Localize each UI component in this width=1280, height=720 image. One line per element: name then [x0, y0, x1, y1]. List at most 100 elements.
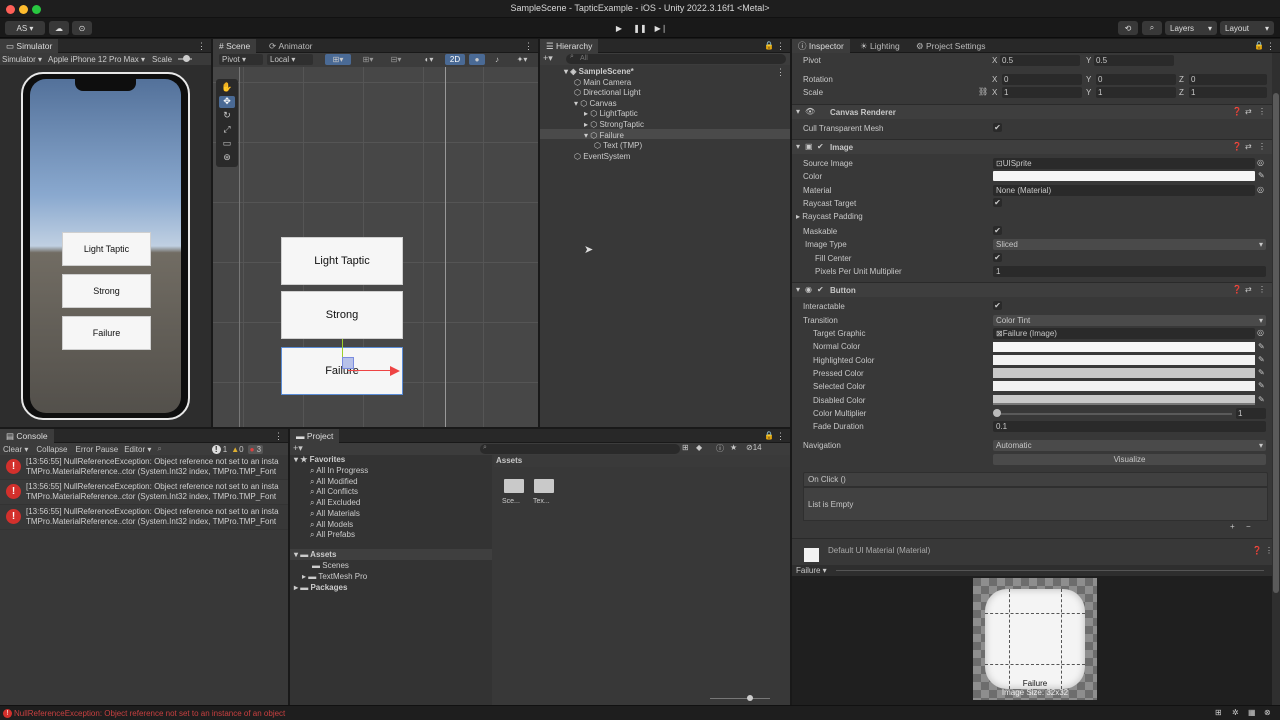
eyedropper-icon[interactable]: ✎ — [1258, 368, 1265, 377]
foldout-arrow-icon[interactable]: ▾ — [796, 107, 800, 116]
local-dropdown[interactable]: Local ▾ — [267, 54, 313, 65]
search-icon[interactable]: ⌕ — [157, 444, 161, 454]
hierarchy-item[interactable]: ▾ ⬡ Failure — [584, 131, 624, 140]
panel-menu-icon[interactable]: ⋮ — [1266, 41, 1275, 52]
navigation-dropdown[interactable]: Automatic ▾ — [993, 440, 1266, 451]
search-by-label-icon[interactable]: ◆ — [696, 443, 702, 452]
preset-icon[interactable]: ⇄ — [1245, 142, 1252, 151]
packages-foldout[interactable]: ▸ ▬ Packages — [294, 583, 347, 592]
panel-menu-icon[interactable]: ⋮ — [776, 41, 785, 52]
component-menu-icon[interactable]: ⋮ — [1258, 285, 1266, 294]
scale-z-field[interactable]: 1 — [1189, 87, 1267, 98]
scene-strong-button[interactable]: Strong — [281, 291, 403, 339]
help-icon[interactable]: ❓ — [1232, 107, 1242, 116]
pivot-x-field[interactable]: 0.5 — [1000, 55, 1080, 66]
draw-mode-icon[interactable]: ◐▾ — [419, 54, 439, 65]
component-menu-icon[interactable]: ⋮ — [1265, 546, 1273, 555]
tab-lighting[interactable]: ☀ Lighting — [854, 39, 906, 53]
log-entry[interactable]: ! [13:56:55] NullReferenceException: Obje… — [0, 455, 288, 480]
eyedropper-icon[interactable]: ✎ — [1258, 395, 1265, 404]
scene-light-taptic-button[interactable]: Light Taptic — [281, 237, 403, 285]
panel-menu-icon[interactable]: ⋮ — [197, 41, 206, 52]
component-menu-icon[interactable]: ⋮ — [1258, 142, 1266, 151]
preset-icon[interactable]: ⇄ — [1245, 285, 1252, 294]
info-count-toggle[interactable]: ! 1 — [211, 444, 227, 454]
scene-menu-icon[interactable]: ⋮ — [776, 67, 785, 78]
play-button[interactable]: ▶ — [610, 21, 628, 35]
panel-menu-icon[interactable]: ⋮ — [274, 431, 283, 442]
panel-menu-icon[interactable]: ⋮ — [524, 41, 533, 52]
pivot-dropdown[interactable]: Pivot ▾ — [219, 54, 263, 65]
favorite-item[interactable]: ⌕ All Conflicts — [310, 487, 358, 497]
grid-snap-icon[interactable]: ⊞▾ — [325, 54, 351, 65]
rotation-y-field[interactable]: 0 — [1096, 74, 1176, 85]
favorite-item[interactable]: ⌕ All Modified — [310, 477, 358, 487]
eyedropper-icon[interactable]: ✎ — [1258, 171, 1265, 180]
help-icon[interactable]: ❓ — [1232, 285, 1242, 294]
scale-x-field[interactable]: 1 — [1002, 87, 1082, 98]
editor-dropdown[interactable]: Editor ▾ — [124, 445, 151, 454]
transition-dropdown[interactable]: Color Tint ▾ — [993, 315, 1266, 326]
button-enabled-checkbox[interactable]: ✔ — [817, 285, 824, 294]
eyedropper-icon[interactable]: ✎ — [1258, 342, 1265, 351]
simulator-mode-dropdown[interactable]: Simulator ▾ — [2, 55, 42, 64]
collab-icon[interactable]: ⊙ — [72, 21, 92, 35]
normal-color-swatch[interactable] — [993, 342, 1255, 352]
status-message[interactable]: NullReferenceException: Object reference… — [14, 709, 285, 718]
image-type-dropdown[interactable]: Sliced ▾ — [993, 239, 1266, 250]
eyedropper-icon[interactable]: ✎ — [1258, 381, 1265, 390]
selected-color-swatch[interactable] — [993, 381, 1255, 391]
move-gizmo-arrow-icon[interactable] — [390, 366, 400, 376]
tab-animator[interactable]: ⟳ Animator — [263, 39, 319, 53]
account-dropdown[interactable]: AS ▾ — [5, 21, 45, 35]
effects-icon[interactable]: ✦▾ — [509, 54, 535, 65]
favorite-item[interactable]: ⌕ All Excluded — [310, 498, 360, 508]
search-icon[interactable]: ⌕ — [1142, 21, 1162, 35]
tab-project[interactable]: ▬ Project — [290, 429, 340, 443]
log-entry[interactable]: ! [13:56:55] NullReferenceException: Obje… — [0, 480, 288, 505]
create-asset-button[interactable]: +▾ — [293, 443, 303, 454]
tab-hierarchy[interactable]: ☰ Hierarchy — [540, 39, 599, 53]
light-taptic-button[interactable]: Light Taptic — [62, 232, 151, 266]
raycast-padding-foldout[interactable]: ▸ Raycast Padding — [796, 212, 863, 221]
cull-transparent-mesh-checkbox[interactable]: ✔ — [993, 123, 1002, 132]
log-icon[interactable]: ⓘ — [716, 443, 724, 454]
scenes-folder[interactable]: ▬ Scenes — [312, 561, 349, 570]
scale-tool-icon[interactable]: ⤢ — [219, 124, 235, 136]
target-graphic-field[interactable]: ⊠Failure (Image) — [993, 328, 1255, 339]
rotate-tool-icon[interactable]: ↻ — [219, 110, 235, 122]
eyedropper-icon[interactable]: ✎ — [1258, 355, 1265, 364]
disabled-color-swatch[interactable] — [993, 395, 1255, 405]
help-icon[interactable]: ❓ — [1252, 546, 1262, 555]
move-gizmo-plane[interactable] — [342, 357, 354, 369]
hierarchy-item[interactable]: ⬡ Directional Light — [574, 88, 641, 97]
notification-icon[interactable]: ⊗ — [1264, 708, 1271, 717]
panel-menu-icon[interactable]: ⋮ — [776, 431, 785, 442]
progress-icon[interactable]: ⊞ — [1215, 708, 1222, 717]
fade-duration-field[interactable]: 0.1 — [993, 421, 1266, 432]
favorites-foldout[interactable]: ▾ ★ Favorites — [294, 455, 345, 464]
object-picker-icon[interactable]: ◎ — [1257, 328, 1264, 337]
strong-button[interactable]: Strong — [62, 274, 151, 308]
highlighted-color-swatch[interactable] — [993, 355, 1255, 365]
source-image-field[interactable]: ⊡UISprite — [993, 158, 1255, 169]
cloud-icon[interactable]: ☁ — [49, 21, 69, 35]
color-multiplier-field[interactable]: 1 — [1236, 408, 1266, 419]
interactable-checkbox[interactable]: ✔ — [993, 301, 1002, 310]
ppu-multiplier-field[interactable]: 1 — [993, 266, 1266, 277]
game-view[interactable]: Light Taptic Strong Failure — [30, 79, 181, 413]
color-swatch[interactable] — [993, 171, 1255, 181]
help-icon[interactable]: ❓ — [1232, 142, 1242, 151]
link-icon[interactable]: ⛓ — [978, 87, 988, 96]
canvas-renderer-header[interactable]: ▾ 👁 Canvas Renderer ❓ ⇄ ⋮ — [792, 104, 1272, 119]
hierarchy-item[interactable]: ⬡ Main Camera — [574, 78, 631, 87]
hand-tool-icon[interactable]: ✋ — [219, 82, 235, 94]
log-entry[interactable]: ! [13:56:55] NullReferenceException: Obje… — [0, 505, 288, 530]
zoom-slider-thumb[interactable] — [747, 695, 753, 701]
component-menu-icon[interactable]: ⋮ — [1258, 107, 1266, 116]
layout-dropdown[interactable]: Layout ▾ — [1220, 21, 1274, 35]
scale-slider[interactable] — [178, 55, 193, 62]
rect-tool-icon[interactable]: ▭ — [219, 138, 235, 150]
inspector-scrollbar[interactable] — [1272, 53, 1280, 705]
pivot-y-field[interactable]: 0.5 — [1094, 55, 1174, 66]
